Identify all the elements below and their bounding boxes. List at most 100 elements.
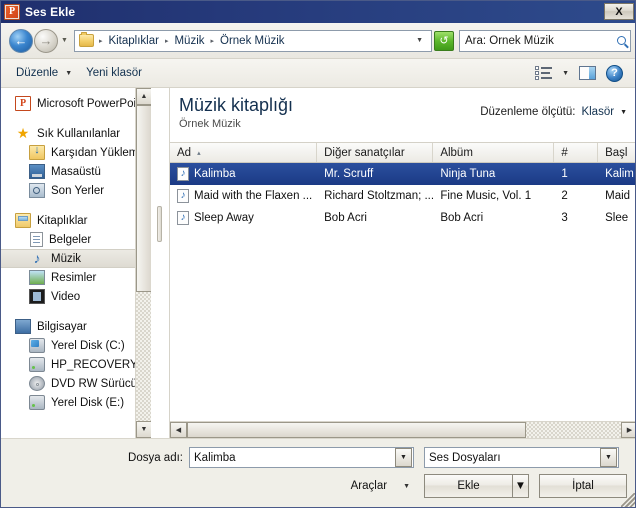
- sidebar-item-desktop[interactable]: Masaüstü: [1, 162, 151, 181]
- column-header-album[interactable]: Albüm: [433, 143, 555, 162]
- toolbar-right-group: ▼ ?: [535, 64, 629, 82]
- sidebar-label: Microsoft PowerPoint: [37, 97, 146, 110]
- new-folder-label: Yeni klasör: [86, 67, 142, 79]
- column-header-title[interactable]: Başl: [598, 143, 635, 162]
- videos-icon: [29, 289, 45, 304]
- resize-grip[interactable]: [621, 493, 635, 507]
- table-row[interactable]: ♪ Kalimba Mr. Scruff Ninja Tuna 1 Kalim: [170, 163, 635, 185]
- column-header-name[interactable]: Ad ▴: [170, 143, 318, 162]
- sidebar-label: Sık Kullanılanlar: [37, 127, 121, 140]
- sidebar-item-local-disk-c[interactable]: Yerel Disk (C:): [1, 336, 151, 355]
- sort-ascending-icon: ▴: [197, 149, 201, 157]
- cancel-button[interactable]: İptal: [539, 474, 627, 498]
- sidebar-item-videos[interactable]: Video: [1, 287, 151, 306]
- horizontal-scroll-track[interactable]: [187, 422, 621, 438]
- history-dropdown-button[interactable]: ▼: [61, 37, 68, 44]
- file-type-value[interactable]: Ses Dosyaları: [425, 452, 600, 464]
- powerpoint-icon: P: [4, 4, 20, 20]
- column-header-track-number[interactable]: #: [554, 143, 599, 162]
- cell-track: 1: [561, 168, 568, 180]
- library-header: Müzik kitaplığı Örnek Müzik Düzenleme öl…: [170, 88, 635, 142]
- sidebar-scrollbar[interactable]: ▲ ▼: [135, 88, 151, 438]
- horizontal-scroll-thumb[interactable]: [187, 422, 526, 438]
- arrange-by-control[interactable]: Düzenleme ölçütü: Klasör ▼: [480, 106, 627, 118]
- command-toolbar: Düzenle ▼ Yeni klasör ▼ ?: [1, 59, 635, 88]
- column-label: Albüm: [440, 146, 473, 159]
- tools-button[interactable]: Araçlar ▼: [351, 480, 410, 492]
- sidebar-item-dvd-rw-drive[interactable]: DVD RW Sürücüsü: [1, 374, 151, 393]
- sidebar-scroll-down-button[interactable]: ▼: [136, 421, 151, 438]
- organize-button[interactable]: Düzenle ▼: [9, 64, 79, 82]
- file-type-dropdown-button[interactable]: ▼: [600, 448, 617, 467]
- sidebar-item-pictures[interactable]: Resimler: [1, 268, 151, 287]
- column-label: #: [561, 146, 568, 159]
- add-split-button[interactable]: Ekle ▼: [424, 474, 529, 498]
- search-box[interactable]: Ara: Örnek Müzik: [459, 29, 631, 52]
- breadcrumb-sample-music[interactable]: Örnek Müzik: [219, 35, 286, 47]
- sidebar-label: Video: [51, 290, 81, 303]
- scroll-right-button[interactable]: ▶: [621, 422, 635, 438]
- filename-input[interactable]: Kalimba ▼: [189, 447, 414, 468]
- pane-splitter[interactable]: [151, 88, 169, 438]
- filename-dropdown-button[interactable]: ▼: [395, 448, 412, 467]
- scroll-left-button[interactable]: ◀: [170, 422, 187, 438]
- window-title: Ses Ekle: [25, 5, 76, 19]
- sidebar-item-computer[interactable]: Bilgisayar: [1, 317, 151, 336]
- new-folder-button[interactable]: Yeni klasör: [79, 64, 149, 82]
- address-bar[interactable]: ▸ Kitaplıklar ▸ Müzik ▸ Örnek Müzik ▼: [73, 29, 432, 52]
- refresh-button[interactable]: ↺: [434, 30, 454, 51]
- preview-pane-icon[interactable]: [579, 66, 596, 80]
- breadcrumb-music[interactable]: Müzik: [173, 35, 205, 47]
- sidebar-scroll-thumb[interactable]: [136, 105, 151, 292]
- sidebar-item-downloads[interactable]: Karşıdan Yüklemeler: [1, 143, 151, 162]
- back-arrow-icon: ←: [14, 33, 28, 48]
- sidebar-item-favorites[interactable]: ★ Sık Kullanılanlar: [1, 124, 151, 143]
- sidebar-item-microsoft-powerpoint[interactable]: Microsoft PowerPoint: [1, 94, 151, 113]
- table-row[interactable]: ♪ Sleep Away Bob Acri Bob Acri 3 Slee: [170, 207, 635, 229]
- view-dropdown-icon[interactable]: ▼: [562, 70, 569, 77]
- sidebar-item-recent-places[interactable]: Son Yerler: [1, 181, 151, 200]
- file-type-select[interactable]: Ses Dosyaları ▼: [424, 447, 619, 468]
- chevron-down-icon[interactable]: ▼: [620, 109, 627, 116]
- arrange-by-value[interactable]: Klasör: [581, 106, 614, 118]
- sidebar-label: Kitaplıklar: [37, 214, 88, 227]
- dialog-body: Microsoft PowerPoint ★ Sık Kullanılanlar…: [1, 88, 635, 438]
- sidebar-scroll-track[interactable]: [136, 292, 151, 421]
- sidebar-scroll-up-button[interactable]: ▲: [136, 88, 151, 105]
- breadcrumb-separator-2[interactable]: ▸: [206, 37, 220, 45]
- sidebar-label: Yerel Disk (E:): [51, 396, 125, 409]
- view-options-icon[interactable]: [535, 66, 553, 80]
- forward-button[interactable]: →: [34, 28, 58, 53]
- search-icon[interactable]: [612, 31, 630, 51]
- breadcrumb-separator-0[interactable]: ▸: [94, 37, 108, 45]
- search-input[interactable]: Ara: Örnek Müzik: [465, 35, 612, 47]
- sidebar-item-local-disk-e[interactable]: Yerel Disk (E:): [1, 393, 151, 412]
- sidebar-item-music[interactable]: ♪ Müzik: [1, 249, 151, 268]
- sidebar-label: Müzik: [51, 252, 82, 265]
- sidebar-label: Bilgisayar: [37, 320, 87, 333]
- help-icon[interactable]: ?: [606, 64, 623, 82]
- breadcrumb-libraries[interactable]: Kitaplıklar: [107, 35, 160, 47]
- close-button[interactable]: X: [604, 3, 634, 20]
- breadcrumb-separator-1[interactable]: ▸: [160, 37, 174, 45]
- sidebar-item-hp-recovery-d[interactable]: HP_RECOVERY (D:: [1, 355, 151, 374]
- file-rows: ♪ Kalimba Mr. Scruff Ninja Tuna 1 Kalim …: [170, 163, 635, 229]
- dialog-footer: Dosya adı: Kalimba ▼ Ses Dosyaları ▼ Ara…: [1, 438, 635, 507]
- add-audio-dialog: P Ses Ekle X ← → ▼ ▸ Kitaplıklar ▸ Müzik…: [0, 0, 636, 508]
- back-button[interactable]: ←: [9, 28, 33, 53]
- file-list-horizontal-scrollbar[interactable]: ◀ ▶: [170, 421, 635, 438]
- address-dropdown-icon[interactable]: ▼: [410, 37, 429, 44]
- libraries-icon: [15, 213, 31, 228]
- sidebar-label: Resimler: [51, 271, 97, 284]
- cell-name: ♪ Kalimba: [170, 167, 317, 181]
- add-button[interactable]: Ekle: [424, 474, 512, 498]
- filename-value[interactable]: Kalimba: [190, 452, 395, 464]
- table-row[interactable]: ♪ Maid with the Flaxen ... Richard Stolt…: [170, 185, 635, 207]
- sidebar-item-documents[interactable]: Belgeler: [1, 230, 151, 249]
- column-header-contributing-artists[interactable]: Diğer sanatçılar: [317, 143, 434, 162]
- arrange-by-label: Düzenleme ölçütü:: [480, 106, 576, 118]
- navigation-bar: ← → ▼ ▸ Kitaplıklar ▸ Müzik ▸ Örnek Müzi…: [1, 23, 635, 59]
- title-bar: P Ses Ekle X: [1, 1, 635, 23]
- add-dropdown-button[interactable]: ▼: [512, 474, 529, 498]
- sidebar-item-libraries[interactable]: Kitaplıklar: [1, 211, 151, 230]
